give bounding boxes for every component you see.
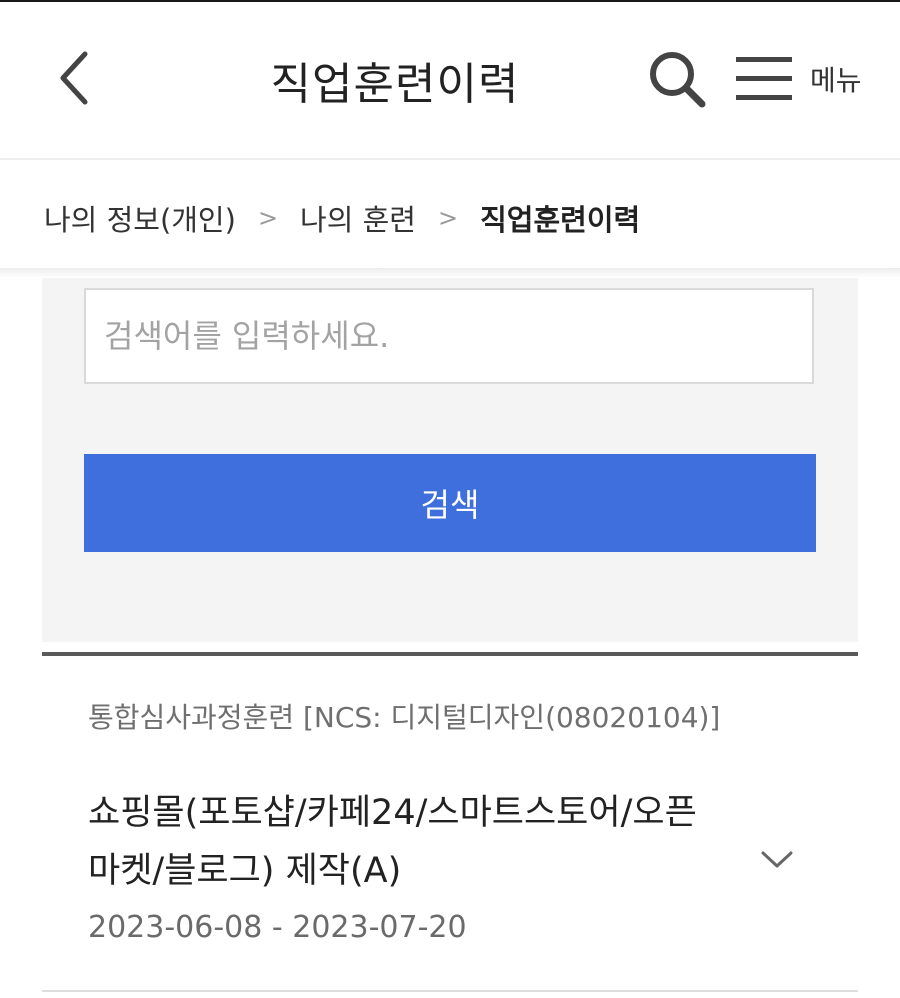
item-divider [42, 990, 858, 992]
training-period: 2023-06-08 - 2023-07-20 [88, 910, 467, 945]
search-button[interactable] [640, 42, 714, 116]
hamburger-menu-icon [736, 57, 792, 100]
course-title: 쇼핑몰(포토샵/카페24/스마트스토어/오픈마켓/블로그) 제작(A) [88, 793, 697, 891]
breadcrumb-separator-icon: > [257, 204, 279, 232]
breadcrumb: 나의 정보(개인) > 나의 훈련 > 직업훈련이력 [44, 196, 640, 240]
header-divider [0, 158, 900, 160]
menu-label: 메뉴 [810, 64, 862, 97]
app-header: 직업훈련이력 메뉴 [0, 2, 900, 158]
breadcrumb-separator-icon: > [438, 204, 459, 232]
expand-button[interactable] [752, 840, 802, 880]
search-icon [650, 52, 706, 108]
search-panel: 검색 [42, 278, 858, 642]
chevron-down-icon [761, 851, 793, 868]
training-category: 통합심사과정훈련 [NCS: 디지털디자인(08020104)] [88, 701, 721, 734]
search-submit-button[interactable]: 검색 [84, 454, 816, 552]
panel-bottom-border [42, 652, 858, 656]
breadcrumb-shadow [0, 268, 900, 278]
breadcrumb-item-my-info[interactable]: 나의 정보(개인) [44, 197, 236, 239]
breadcrumb-item-current: 직업훈련이력 [480, 203, 641, 237]
menu-button[interactable]: 메뉴 [734, 42, 890, 116]
breadcrumb-item-my-training[interactable]: 나의 훈련 [300, 197, 416, 239]
search-input[interactable] [84, 288, 814, 384]
training-history-item[interactable]: 통합심사과정훈련 [NCS: 디지털디자인(08020104)] 쇼핑몰(포토샵… [42, 660, 858, 992]
